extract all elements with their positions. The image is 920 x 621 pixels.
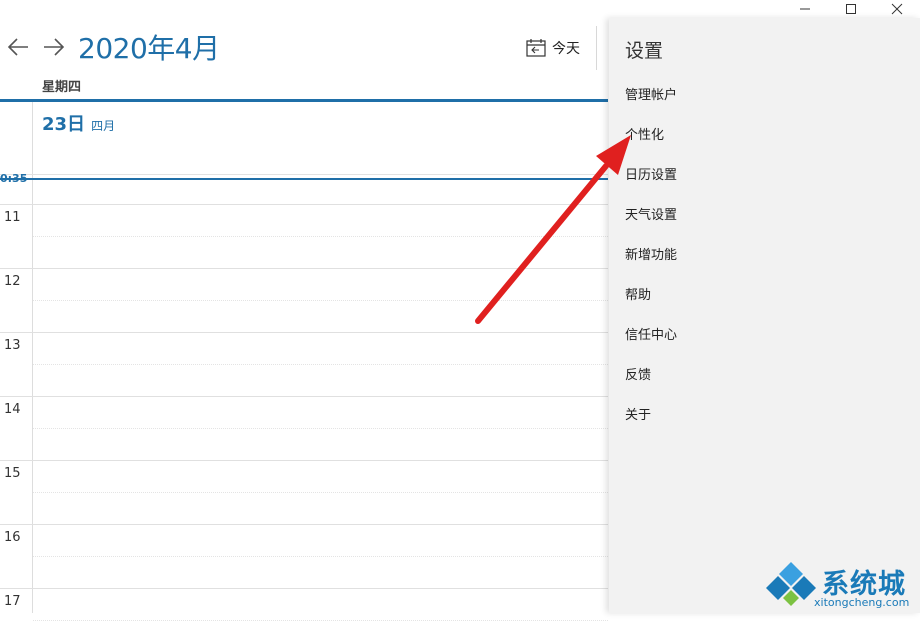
hour-label: 16 xyxy=(4,530,21,545)
hour-label: 13 xyxy=(4,338,21,353)
menu-item-about[interactable]: 关于 xyxy=(625,404,651,423)
half-hour-line xyxy=(33,364,608,365)
hour-line xyxy=(0,204,608,205)
month-title: 2020年4月 xyxy=(78,32,220,65)
watermark-url: xitongcheng.com xyxy=(814,596,910,609)
half-hour-line xyxy=(33,236,608,237)
hour-label: 11 xyxy=(4,210,21,225)
arrow-right-icon xyxy=(44,38,65,56)
menu-item-weather-settings[interactable]: 天气设置 xyxy=(625,204,677,223)
date-number: 23日 xyxy=(42,114,86,135)
current-time-line xyxy=(0,178,608,180)
menu-item-feedback[interactable]: 反馈 xyxy=(625,364,651,383)
menu-item-whats-new[interactable]: 新增功能 xyxy=(625,244,677,263)
day-header-rule xyxy=(0,99,608,102)
day-date[interactable]: 23日 四月 xyxy=(42,110,115,136)
half-hour-line xyxy=(33,492,608,493)
maximize-button[interactable] xyxy=(828,0,874,18)
today-label: 今天 xyxy=(552,41,580,57)
hour-line xyxy=(0,524,608,525)
menu-item-personalization[interactable]: 个性化 xyxy=(625,124,664,143)
window-controls xyxy=(782,0,920,18)
hour-label: 14 xyxy=(4,402,21,417)
watermark-logo-icon xyxy=(766,562,816,606)
menu-item-trust-center[interactable]: 信任中心 xyxy=(625,324,677,343)
calendar-nav: 2020年4月 xyxy=(0,28,220,66)
maximize-icon xyxy=(846,4,856,14)
hour-line xyxy=(0,588,608,589)
today-button[interactable]: 今天 xyxy=(526,36,580,60)
hour-label: 12 xyxy=(4,274,21,289)
close-button[interactable] xyxy=(874,0,920,18)
menu-item-calendar-settings[interactable]: 日历设置 xyxy=(625,164,677,183)
all-day-divider xyxy=(0,174,608,175)
half-hour-line xyxy=(33,556,608,557)
hour-label: 17 xyxy=(4,594,21,609)
half-hour-line xyxy=(33,428,608,429)
menu-item-help[interactable]: 帮助 xyxy=(625,284,651,303)
calendar-today-icon xyxy=(526,39,546,57)
menu-item-manage-accounts[interactable]: 管理帐户 xyxy=(625,84,677,103)
weekday-header: 星期四 xyxy=(42,80,82,95)
hour-line xyxy=(0,396,608,397)
settings-panel: 设置 管理帐户 个性化 日历设置 天气设置 新增功能 帮助 信任中心 反馈 关于 xyxy=(609,18,920,613)
hour-line xyxy=(0,332,608,333)
hour-line xyxy=(0,460,608,461)
previous-button[interactable] xyxy=(0,29,36,65)
arrow-left-icon xyxy=(7,38,28,56)
date-month: 四月 xyxy=(91,119,116,133)
hour-line xyxy=(0,268,608,269)
close-icon xyxy=(891,3,903,15)
settings-title: 设置 xyxy=(625,40,664,62)
hour-label: 15 xyxy=(4,466,21,481)
toolbar-divider xyxy=(596,26,597,70)
minimize-icon xyxy=(800,8,810,10)
minimize-button[interactable] xyxy=(782,0,828,18)
next-button[interactable] xyxy=(36,29,72,65)
half-hour-line xyxy=(33,300,608,301)
watermark: 系统城 xitongcheng.com xyxy=(766,560,920,613)
